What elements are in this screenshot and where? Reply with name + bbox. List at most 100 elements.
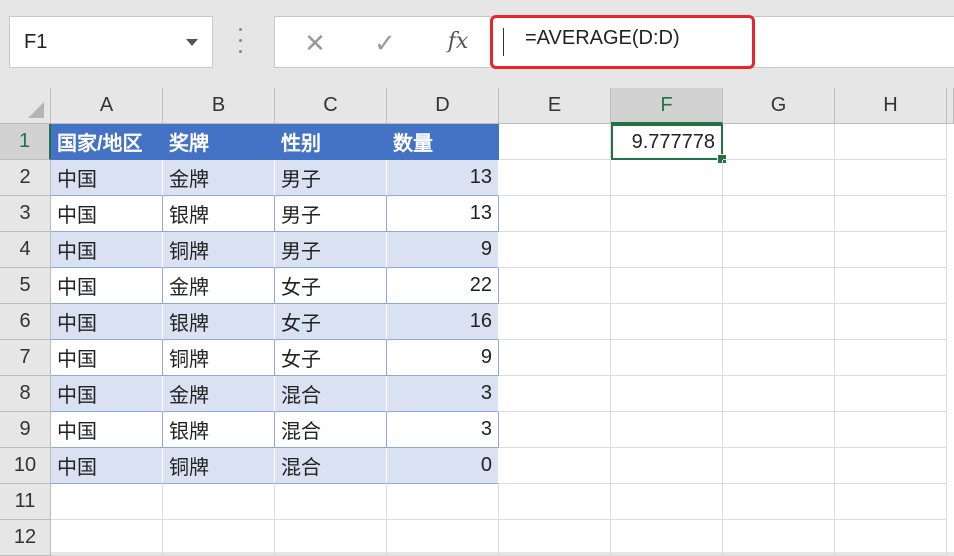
cell-b7[interactable]: 铜牌	[163, 340, 275, 376]
row-header-3[interactable]: 3	[0, 196, 51, 232]
cell-b12[interactable]	[163, 520, 275, 556]
cell-d2[interactable]: 13	[387, 160, 499, 196]
cell-b10[interactable]: 铜牌	[163, 448, 275, 484]
cell-g8[interactable]	[723, 376, 835, 412]
cell-c9[interactable]: 混合	[275, 412, 387, 448]
cell-g5[interactable]	[723, 268, 835, 304]
cell-c8[interactable]: 混合	[275, 376, 387, 412]
cell-e8[interactable]	[499, 376, 611, 412]
row-header-11[interactable]: 11	[0, 484, 51, 520]
cell-e5[interactable]	[499, 268, 611, 304]
cell-h5[interactable]	[835, 268, 947, 304]
cell-e10[interactable]	[499, 448, 611, 484]
cell-a8[interactable]: 中国	[51, 376, 163, 412]
cell-e11[interactable]	[499, 484, 611, 520]
cell-f5[interactable]	[611, 268, 723, 304]
cell-c12[interactable]	[275, 520, 387, 556]
row-header-12[interactable]: 12	[0, 520, 51, 556]
column-header-g[interactable]: G	[723, 88, 835, 124]
cell-f12[interactable]	[611, 520, 723, 556]
cell-g9[interactable]	[723, 412, 835, 448]
row-header-9[interactable]: 9	[0, 412, 51, 448]
row-header-5[interactable]: 5	[0, 268, 51, 304]
cell-h7[interactable]	[835, 340, 947, 376]
cell-f10[interactable]	[611, 448, 723, 484]
cell-b4[interactable]: 铜牌	[163, 232, 275, 268]
cell-g2[interactable]	[723, 160, 835, 196]
cell-h12[interactable]	[835, 520, 947, 556]
insert-function-icon[interactable]: fx	[441, 28, 475, 56]
cell-e2[interactable]	[499, 160, 611, 196]
cell-c1[interactable]: 性别	[275, 124, 387, 160]
cell-d8[interactable]: 3	[387, 376, 499, 412]
cancel-icon[interactable]: ✕	[301, 29, 329, 57]
cell-e12[interactable]	[499, 520, 611, 556]
cell-f2[interactable]	[611, 160, 723, 196]
cell-b5[interactable]: 金牌	[163, 268, 275, 304]
row-header-10[interactable]: 10	[0, 448, 51, 484]
cell-h3[interactable]	[835, 196, 947, 232]
cell-b1[interactable]: 奖牌	[163, 124, 275, 160]
column-header-e[interactable]: E	[499, 88, 611, 124]
cell-d5[interactable]: 22	[387, 268, 499, 304]
cell-g10[interactable]	[723, 448, 835, 484]
cell-b3[interactable]: 银牌	[163, 196, 275, 232]
cell-f7[interactable]	[611, 340, 723, 376]
cell-a7[interactable]: 中国	[51, 340, 163, 376]
column-header-c[interactable]: C	[275, 88, 387, 124]
cell-g3[interactable]	[723, 196, 835, 232]
cell-h6[interactable]	[835, 304, 947, 340]
cell-c2[interactable]: 男子	[275, 160, 387, 196]
cell-h2[interactable]	[835, 160, 947, 196]
cell-f1[interactable]: 9.777778	[611, 124, 723, 160]
cell-g11[interactable]	[723, 484, 835, 520]
cell-e3[interactable]	[499, 196, 611, 232]
cell-c10[interactable]: 混合	[275, 448, 387, 484]
cell-f11[interactable]	[611, 484, 723, 520]
select-all-button[interactable]	[0, 88, 51, 124]
column-header-partial[interactable]	[947, 88, 954, 124]
row-header-8[interactable]: 8	[0, 376, 51, 412]
cell-h4[interactable]	[835, 232, 947, 268]
cell-c5[interactable]: 女子	[275, 268, 387, 304]
cell-b9[interactable]: 银牌	[163, 412, 275, 448]
cell-c4[interactable]: 男子	[275, 232, 387, 268]
cell-d10[interactable]: 0	[387, 448, 499, 484]
chevron-down-icon[interactable]	[186, 39, 198, 46]
column-header-h[interactable]: H	[835, 88, 947, 124]
cell-d6[interactable]: 16	[387, 304, 499, 340]
cell-e4[interactable]	[499, 232, 611, 268]
formula-input[interactable]: =AVERAGE(D:D)	[490, 15, 755, 69]
cell-g7[interactable]	[723, 340, 835, 376]
cell-d4[interactable]: 9	[387, 232, 499, 268]
cell-a4[interactable]: 中国	[51, 232, 163, 268]
cell-c7[interactable]: 女子	[275, 340, 387, 376]
row-header-1[interactable]: 1	[0, 124, 51, 160]
cell-h10[interactable]	[835, 448, 947, 484]
column-header-f[interactable]: F	[611, 88, 723, 124]
cell-e9[interactable]	[499, 412, 611, 448]
cell-f9[interactable]	[611, 412, 723, 448]
cell-h1[interactable]	[835, 124, 947, 160]
cell-a2[interactable]: 中国	[51, 160, 163, 196]
cell-e1[interactable]	[499, 124, 611, 160]
cell-a5[interactable]: 中国	[51, 268, 163, 304]
cell-e6[interactable]	[499, 304, 611, 340]
cell-d9[interactable]: 3	[387, 412, 499, 448]
row-header-6[interactable]: 6	[0, 304, 51, 340]
cell-g4[interactable]	[723, 232, 835, 268]
cell-d11[interactable]	[387, 484, 499, 520]
cell-a1[interactable]: 国家/地区	[51, 124, 163, 160]
cell-a10[interactable]: 中国	[51, 448, 163, 484]
cell-f8[interactable]	[611, 376, 723, 412]
column-header-d[interactable]: D	[387, 88, 499, 124]
cell-d12[interactable]	[387, 520, 499, 556]
cell-e7[interactable]	[499, 340, 611, 376]
cell-b6[interactable]: 银牌	[163, 304, 275, 340]
name-box[interactable]: F1	[9, 16, 213, 68]
cell-a9[interactable]: 中国	[51, 412, 163, 448]
cell-d3[interactable]: 13	[387, 196, 499, 232]
cell-c6[interactable]: 女子	[275, 304, 387, 340]
cell-a11[interactable]	[51, 484, 163, 520]
cell-h8[interactable]	[835, 376, 947, 412]
